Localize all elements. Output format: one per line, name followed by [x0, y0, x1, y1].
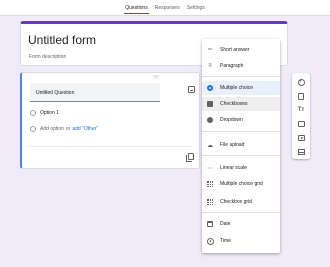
- divider: [29, 146, 192, 147]
- top-bar: Questions Responses Settings: [0, 0, 330, 16]
- cloud-upload-icon: ☁: [207, 142, 213, 149]
- menu-item-label: Dropdown: [220, 117, 243, 123]
- import-questions-icon[interactable]: [297, 92, 305, 100]
- menu-item-file-upload[interactable]: ☁ File upload: [202, 138, 280, 152]
- add-section-icon[interactable]: [297, 148, 305, 156]
- radio-button-icon: [206, 84, 214, 92]
- question-card[interactable]: ⠿⠿ Untitled Question Option 1 Add option…: [20, 72, 200, 169]
- floating-toolbar: + Tт: [292, 73, 310, 159]
- add-question-icon[interactable]: +: [297, 78, 305, 86]
- add-other-link[interactable]: add "Other": [72, 126, 98, 132]
- dropdown-icon: [206, 116, 214, 124]
- add-title-icon[interactable]: Tт: [297, 106, 305, 114]
- menu-item-label: Short answer: [220, 47, 250, 53]
- menu-item-label: File upload: [220, 142, 245, 148]
- add-video-icon[interactable]: [297, 134, 305, 142]
- divider: [202, 131, 280, 132]
- divider: [202, 155, 280, 156]
- radio-icon: [30, 126, 36, 132]
- menu-item-label: Checkboxes: [220, 101, 248, 107]
- add-image-icon[interactable]: [188, 86, 195, 93]
- menu-item-date[interactable]: Date: [202, 217, 280, 231]
- menu-item-label: Checkbox grid: [220, 199, 252, 205]
- menu-item-dropdown[interactable]: Dropdown: [202, 113, 280, 127]
- drag-handle-icon[interactable]: ⠿⠿: [153, 75, 159, 81]
- menu-item-linear-scale[interactable]: ⋯ Linear scale: [202, 161, 280, 175]
- tab-questions[interactable]: Questions: [124, 5, 149, 14]
- menu-item-time[interactable]: Time: [202, 234, 280, 248]
- menu-item-label: Multiple choice: [220, 85, 254, 91]
- menu-item-checkboxes[interactable]: Checkboxes: [202, 97, 280, 111]
- grid-icon: [206, 180, 214, 188]
- checkbox-grid-icon: [206, 198, 214, 206]
- menu-item-short-answer[interactable]: ═ Short answer: [202, 43, 280, 57]
- linear-scale-icon: ⋯: [207, 165, 213, 172]
- add-option-link[interactable]: Add option: [40, 126, 64, 132]
- menu-item-label: Date: [220, 221, 231, 227]
- menu-item-label: Multiple choice grid: [220, 181, 263, 187]
- divider: [202, 212, 280, 213]
- question-title: Untitled Question: [36, 90, 75, 96]
- question-type-menu: ═ Short answer ≡ Paragraph Multiple choi…: [202, 39, 280, 253]
- calendar-icon: [206, 220, 214, 228]
- menu-item-paragraph[interactable]: ≡ Paragraph: [202, 59, 280, 73]
- menu-item-multiple-choice[interactable]: Multiple choice: [202, 81, 280, 95]
- tab-bar: Questions Responses Settings: [0, 5, 330, 14]
- form-title[interactable]: Untitled form: [28, 33, 96, 47]
- menu-item-label: Time: [220, 238, 231, 244]
- menu-item-multiple-choice-grid[interactable]: Multiple choice grid: [202, 177, 280, 191]
- divider: [202, 76, 280, 77]
- option-row[interactable]: Option 1: [30, 110, 59, 116]
- checkbox-icon: [206, 100, 214, 108]
- add-image-icon[interactable]: [297, 120, 305, 128]
- question-title-field[interactable]: Untitled Question: [30, 83, 160, 102]
- menu-item-label: Paragraph: [220, 63, 244, 69]
- add-option-row[interactable]: Add option or add "Other": [30, 126, 98, 132]
- short-answer-icon: ═: [207, 47, 213, 53]
- option-label[interactable]: Option 1: [40, 110, 59, 116]
- form-description-field[interactable]: Form description: [29, 54, 66, 60]
- radio-icon: [30, 110, 36, 116]
- menu-item-label: Linear scale: [220, 165, 247, 171]
- duplicate-icon[interactable]: [186, 153, 194, 162]
- menu-item-checkbox-grid[interactable]: Checkbox grid: [202, 195, 280, 209]
- tab-responses[interactable]: Responses: [154, 5, 181, 14]
- clock-icon: [206, 237, 214, 245]
- paragraph-icon: ≡: [208, 63, 212, 69]
- tab-settings[interactable]: Settings: [186, 5, 206, 14]
- or-text: or: [65, 126, 71, 132]
